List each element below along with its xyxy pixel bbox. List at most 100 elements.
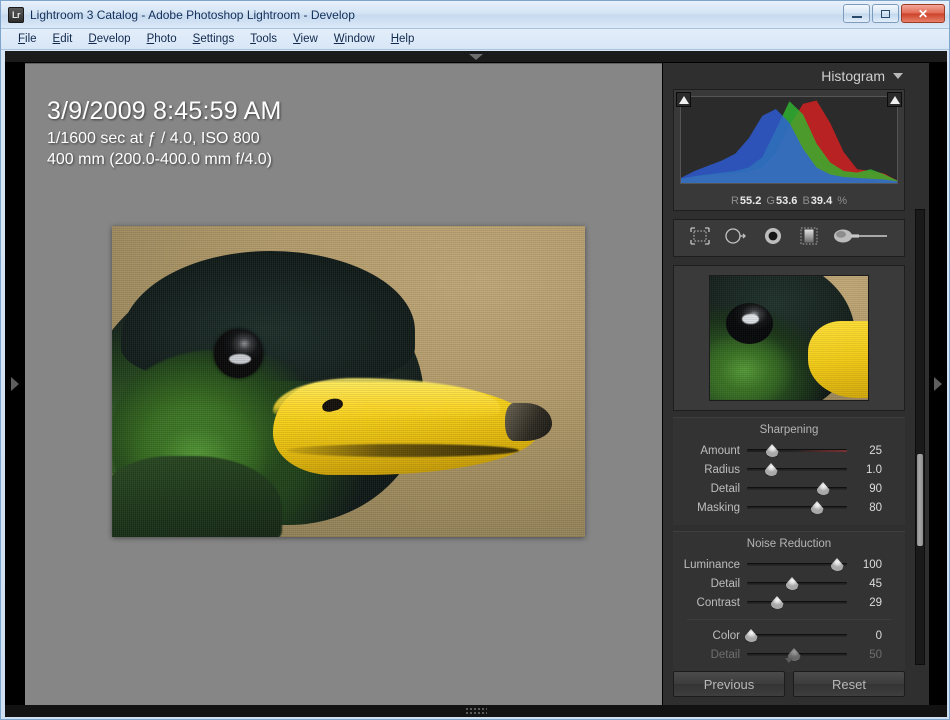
menu-window[interactable]: Window (326, 31, 383, 47)
slider-row-nr-detail[interactable]: Detail 45 (673, 574, 905, 593)
contrast-slider-knob[interactable] (770, 596, 784, 609)
spot-removal-tool-icon[interactable] (724, 226, 748, 251)
histogram-svg (681, 100, 897, 183)
histogram-b-label: B (802, 195, 810, 207)
noise-reduction-divider (687, 619, 891, 620)
red-eye-correction-tool-icon[interactable] (762, 226, 784, 251)
color-label: Color (712, 629, 740, 642)
histogram-panel[interactable]: R55.2 G53.6 B39.4 % (673, 89, 905, 211)
exif-lens: 400 mm (200.0-400.0 mm f/4.0) (47, 151, 272, 169)
panel-end-marker[interactable] (663, 658, 915, 663)
panel-action-buttons: Previous Reset (673, 671, 905, 697)
detail-label: Detail (710, 482, 740, 495)
contrast-value[interactable]: 29 (847, 597, 891, 609)
menu-tools[interactable]: Tools (242, 31, 285, 47)
minimize-button[interactable] (843, 4, 870, 23)
crop-overlay-tool-icon[interactable] (689, 226, 711, 251)
radius-slider-bar (747, 468, 847, 471)
minimize-icon (851, 16, 862, 18)
detail-value[interactable]: 90 (847, 483, 891, 495)
menu-develop[interactable]: Develop (80, 31, 138, 47)
detail-slider-bar (747, 487, 847, 490)
slider-row-radius[interactable]: Radius 1.0 (673, 460, 905, 479)
chevron-down-icon[interactable] (893, 73, 903, 79)
close-button[interactable]: ✕ (901, 4, 945, 23)
exif-info-overlay: 3/9/2009 8:45:59 AM 1/1600 sec at ƒ / 4.… (47, 95, 282, 170)
slider-row-contrast[interactable]: Contrast 29 (673, 593, 905, 612)
shadow-clipping-indicator[interactable] (676, 92, 691, 107)
right-panel-toggle[interactable] (929, 63, 947, 705)
chevron-right-icon (11, 377, 19, 391)
nr-detail-slider-track[interactable] (747, 577, 847, 590)
adjustment-brush-tool-icon[interactable] (833, 226, 889, 251)
menu-settings[interactable]: Settings (185, 31, 243, 47)
right-panel: Histogram R55.2 G53.6 B39.4 % Sharpening… (662, 63, 929, 705)
contrast-slider-track[interactable] (747, 596, 847, 609)
menu-view[interactable]: View (285, 31, 326, 47)
menu-edit[interactable]: Edit (45, 31, 81, 47)
filmstrip-toggle[interactable] (5, 705, 947, 717)
slider-row-color[interactable]: Color 0 (673, 626, 905, 645)
color-value[interactable]: 0 (847, 630, 891, 642)
previous-button[interactable]: Previous (673, 671, 785, 697)
photo-image[interactable] (112, 226, 585, 537)
amount-value[interactable]: 25 (847, 445, 891, 457)
slider-row-detail-sharpening[interactable]: Detail 90 (673, 479, 905, 498)
radius-slider-track[interactable] (747, 463, 847, 476)
histogram-g-label: G (766, 195, 775, 207)
masking-label: Masking (697, 501, 740, 514)
nr-detail-value[interactable]: 45 (847, 578, 891, 590)
noise-reduction-panel: Noise Reduction Luminance 100 Detail 45 … (673, 531, 905, 672)
luminance-slider-knob[interactable] (830, 558, 844, 571)
amount-slider-bar (747, 449, 847, 452)
detail-slider-track[interactable] (747, 482, 847, 495)
amount-slider-knob[interactable] (765, 444, 779, 457)
radius-value[interactable]: 1.0 (847, 464, 891, 476)
chevron-down-icon (785, 658, 793, 663)
sharpening-title: Sharpening (759, 424, 819, 436)
slider-row-luminance[interactable]: Luminance 100 (673, 555, 905, 574)
exif-datetime: 3/9/2009 8:45:59 AM (47, 97, 282, 125)
graduated-filter-tool-icon[interactable] (798, 226, 820, 251)
image-viewer[interactable]: 3/9/2009 8:45:59 AM 1/1600 sec at ƒ / 4.… (25, 63, 662, 705)
masking-slider-track[interactable] (747, 501, 847, 514)
color-slider-knob[interactable] (744, 629, 758, 642)
histogram-graph[interactable] (680, 96, 898, 184)
detail-preview-image[interactable] (709, 275, 869, 401)
top-panel-toggle[interactable] (5, 51, 947, 63)
maximize-icon (881, 9, 890, 18)
photo-grain-texture (112, 226, 585, 537)
luminance-slider-track[interactable] (747, 558, 847, 571)
left-panel-toggle[interactable] (5, 63, 25, 705)
nr-detail-slider-knob[interactable] (785, 577, 799, 590)
scrollbar-thumb[interactable] (917, 454, 923, 546)
masking-value[interactable]: 80 (847, 502, 891, 514)
histogram-header[interactable]: Histogram (663, 63, 915, 89)
detail-grain-texture (710, 276, 868, 400)
color-slider-track[interactable] (744, 629, 847, 642)
lightroom-window: Lr Lightroom 3 Catalog - Adobe Photoshop… (0, 0, 950, 720)
histogram-g-value: 53.6 (775, 195, 798, 207)
masking-slider-knob[interactable] (810, 501, 824, 514)
amount-slider-track[interactable] (747, 444, 847, 457)
lightroom-workspace: 3/9/2009 8:45:59 AM 1/1600 sec at ƒ / 4.… (5, 51, 947, 717)
luminance-value[interactable]: 100 (847, 559, 891, 571)
menu-help[interactable]: Help (383, 31, 423, 47)
detail-preview-panel[interactable] (673, 265, 905, 411)
maximize-button[interactable] (872, 4, 899, 23)
menu-file[interactable]: File (10, 31, 45, 47)
histogram-rgb-readout: R55.2 G53.6 B39.4 % (674, 195, 904, 207)
title-bar: Lr Lightroom 3 Catalog - Adobe Photoshop… (1, 1, 949, 29)
slider-row-amount[interactable]: Amount 25 (673, 441, 905, 460)
amount-label: Amount (700, 444, 740, 457)
reset-button[interactable]: Reset (793, 671, 905, 697)
sharpening-panel: Sharpening Amount 25 Radius 1.0 Detail 9… (673, 417, 905, 525)
slider-row-masking[interactable]: Masking 80 (673, 498, 905, 517)
window-title: Lightroom 3 Catalog - Adobe Photoshop Li… (30, 7, 355, 22)
right-panel-scrollbar[interactable] (915, 209, 925, 665)
detail-slider-knob[interactable] (816, 482, 830, 495)
highlight-clipping-indicator[interactable] (887, 92, 902, 107)
menu-photo[interactable]: Photo (139, 31, 185, 47)
radius-label: Radius (704, 463, 740, 476)
radius-slider-knob[interactable] (764, 463, 778, 476)
